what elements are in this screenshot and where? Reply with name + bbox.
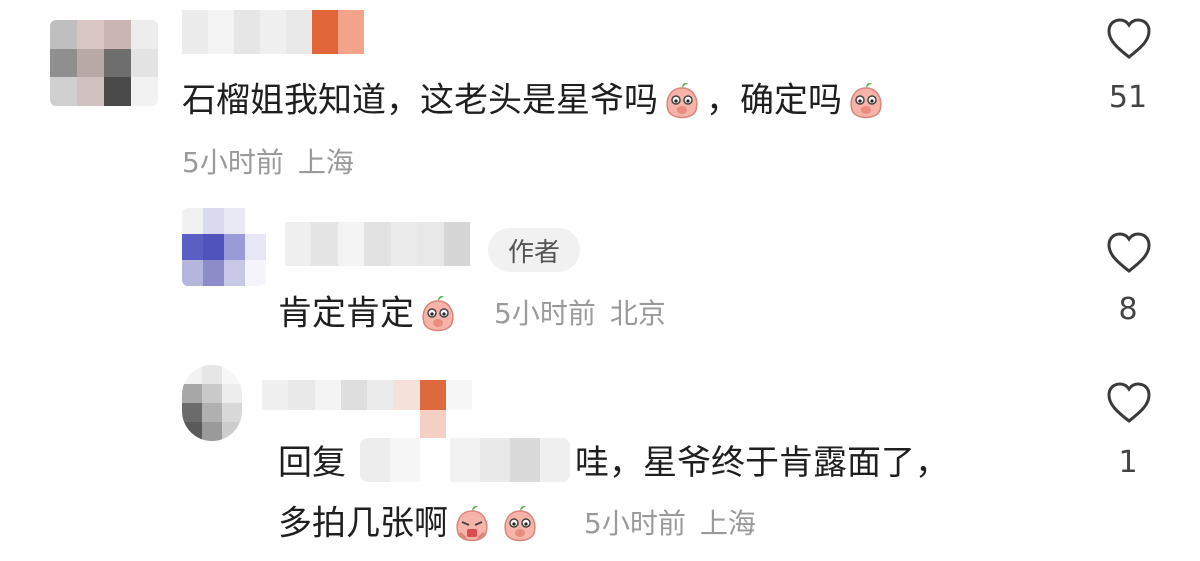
username-blurred[interactable] bbox=[182, 10, 364, 54]
comment-text: 多拍几张啊 bbox=[278, 503, 544, 547]
location: 上海 bbox=[297, 146, 354, 179]
comment-meta: 5小时前 北京 bbox=[494, 300, 666, 328]
like-count: 51 bbox=[1108, 80, 1148, 115]
username-blurred[interactable] bbox=[285, 222, 470, 266]
username-blurred[interactable] bbox=[262, 380, 472, 440]
author-badge: 作者 bbox=[488, 228, 580, 272]
heart-outline-icon[interactable] bbox=[1106, 382, 1152, 424]
shy-peach-emoji-icon bbox=[422, 296, 454, 332]
like-count: 8 bbox=[1118, 292, 1138, 327]
comment-text-part: ，确定吗 bbox=[706, 80, 842, 121]
reply-target-blurred[interactable] bbox=[360, 438, 570, 482]
comment-meta: 5小时前 上海 bbox=[584, 510, 756, 538]
timestamp: 5小时前 bbox=[182, 146, 284, 179]
shy-peach-emoji-icon bbox=[504, 506, 536, 542]
avatar[interactable] bbox=[50, 20, 158, 106]
timestamp: 5小时前 bbox=[494, 297, 596, 330]
timestamp: 5小时前 bbox=[584, 507, 686, 540]
location: 上海 bbox=[699, 507, 756, 540]
shy-peach-emoji-icon bbox=[666, 83, 698, 119]
comment-text: 哇，星爷终于肯露面了， bbox=[575, 443, 949, 483]
like-count: 1 bbox=[1118, 445, 1138, 480]
comment-text-part: 石榴姐我知道，这老头是星爷吗 bbox=[182, 80, 658, 121]
comment-meta: 5小时前 上海 bbox=[182, 149, 354, 177]
location: 北京 bbox=[609, 297, 666, 330]
comment-text-part: 多拍几张啊 bbox=[278, 503, 448, 544]
shy-peach-emoji-icon bbox=[850, 83, 882, 119]
avatar[interactable] bbox=[182, 365, 242, 441]
comment-text-part: 肯定肯定 bbox=[278, 293, 414, 334]
comment-text: 石榴姐我知道，这老头是星爷吗 ，确定吗 bbox=[182, 80, 890, 124]
crying-peach-emoji-icon bbox=[456, 506, 488, 542]
reply-prefix: 回复 bbox=[278, 443, 346, 483]
comment-text: 肯定肯定 bbox=[278, 293, 462, 337]
heart-outline-icon[interactable] bbox=[1106, 232, 1152, 274]
heart-outline-icon[interactable] bbox=[1106, 18, 1152, 60]
avatar[interactable] bbox=[182, 208, 266, 286]
